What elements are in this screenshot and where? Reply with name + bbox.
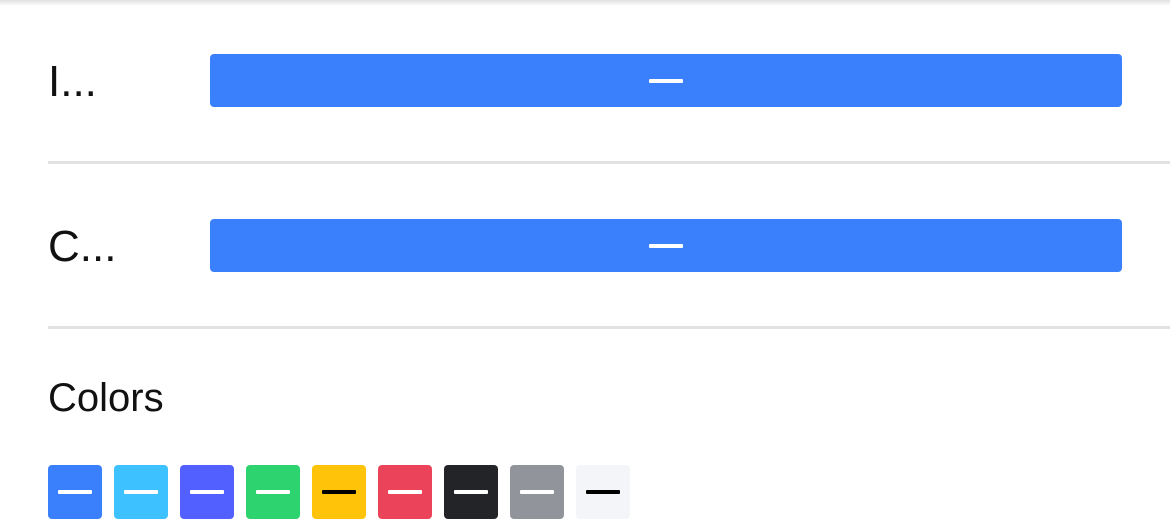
color-swatch-list bbox=[48, 465, 630, 519]
setting-row-2-label: C... bbox=[48, 222, 117, 271]
color-swatch-tertiary[interactable] bbox=[180, 465, 234, 519]
color-swatch-primary[interactable] bbox=[48, 465, 102, 519]
setting-row-2: C... bbox=[48, 219, 1170, 272]
setting-row-2-button[interactable] bbox=[210, 219, 1122, 272]
minus-icon bbox=[649, 78, 683, 83]
colors-section-title: Colors bbox=[48, 376, 164, 420]
minus-icon bbox=[256, 490, 290, 494]
minus-icon bbox=[520, 490, 554, 494]
color-swatch-success[interactable] bbox=[246, 465, 300, 519]
minus-icon bbox=[586, 490, 620, 494]
setting-row-1-button[interactable] bbox=[210, 54, 1122, 107]
color-swatch-danger[interactable] bbox=[378, 465, 432, 519]
setting-row-1-label: I... bbox=[48, 57, 97, 106]
header-shadow bbox=[0, 0, 1170, 6]
minus-icon bbox=[190, 490, 224, 494]
setting-row-1: I... bbox=[48, 54, 1170, 107]
color-swatch-dark[interactable] bbox=[444, 465, 498, 519]
minus-icon bbox=[649, 243, 683, 248]
minus-icon bbox=[58, 490, 92, 494]
divider bbox=[48, 326, 1170, 329]
color-swatch-warning[interactable] bbox=[312, 465, 366, 519]
divider bbox=[48, 161, 1170, 164]
minus-icon bbox=[388, 490, 422, 494]
minus-icon bbox=[124, 490, 158, 494]
color-swatch-medium[interactable] bbox=[510, 465, 564, 519]
color-swatch-light[interactable] bbox=[576, 465, 630, 519]
minus-icon bbox=[322, 490, 356, 494]
minus-icon bbox=[454, 490, 488, 494]
color-swatch-secondary[interactable] bbox=[114, 465, 168, 519]
